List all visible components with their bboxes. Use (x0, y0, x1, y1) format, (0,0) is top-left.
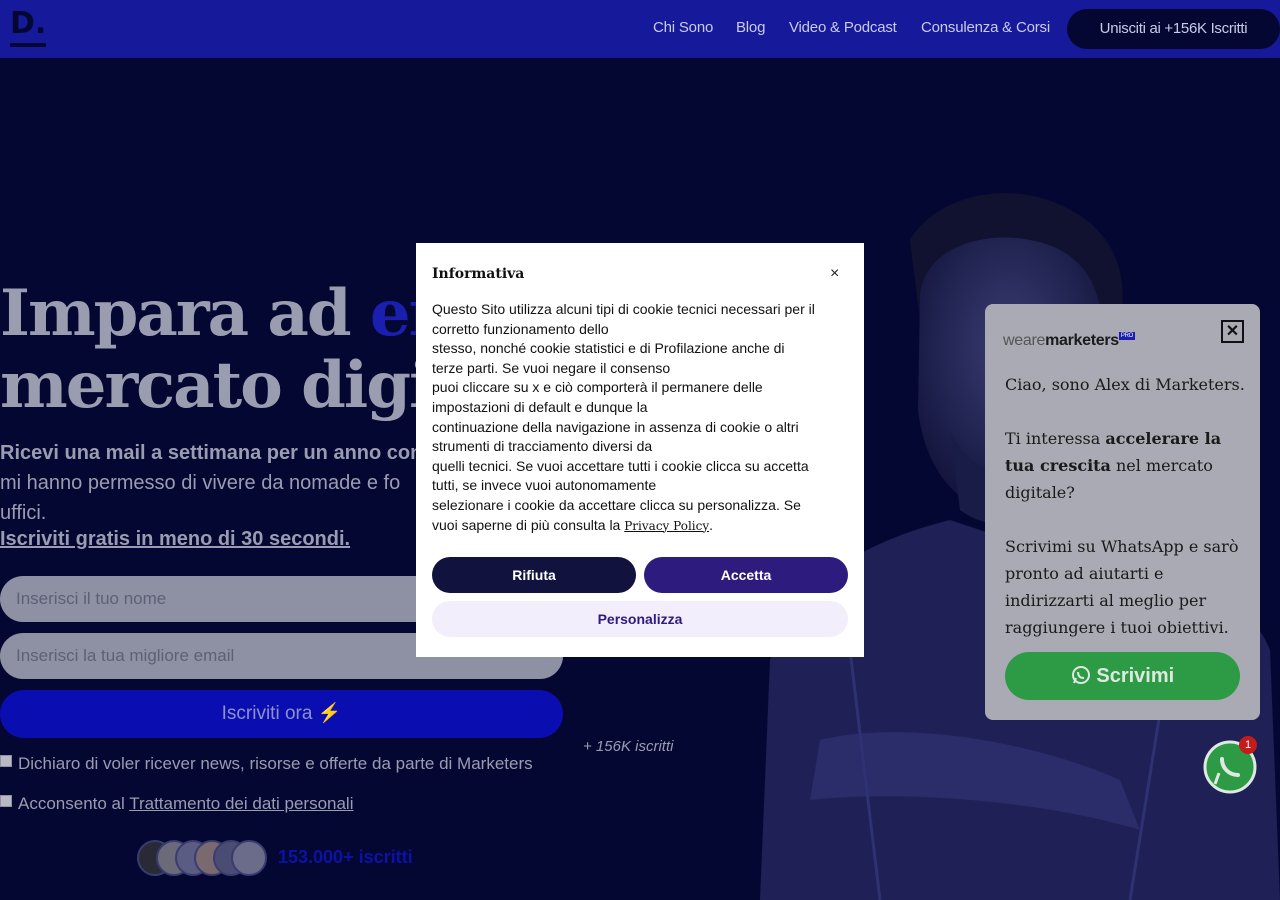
cookie-text-line: puoi cliccare su x e ciò comporterà il p… (432, 379, 763, 396)
cookie-text-line: tutti, se invece vuoi autonomamente (432, 477, 657, 494)
hero-subtitle-bold: Ricevi una mail a settimana per un anno … (0, 442, 423, 464)
chat-write-button[interactable]: Scrivimi (1005, 652, 1240, 700)
chat-brand-bold: marketers (1045, 332, 1119, 349)
consent-news-row: Dichiaro di voler ricever news, risorse … (0, 754, 533, 774)
chat-brand-badge: PRO (1118, 332, 1136, 340)
subscribers-note: + 156K iscritti (583, 738, 674, 755)
site-logo[interactable]: D. (10, 9, 46, 39)
subscribe-button[interactable]: Iscriviti ora ⚡ (0, 690, 563, 738)
cookie-text-line: stesso, nonché cookie statistici e di Pr… (432, 340, 785, 357)
consent-news-checkbox[interactable] (0, 755, 12, 767)
cookie-text-line: selezionare i cookie da accettare clicca… (432, 496, 801, 513)
cookie-text-line: strumenti di tracciamento diversi da (432, 438, 653, 455)
accept-cookies-button[interactable]: Accetta (644, 557, 848, 593)
cookie-modal-close-icon[interactable]: × (830, 265, 839, 283)
consent-data-link[interactable]: Trattamento dei dati personali (129, 794, 353, 813)
cookie-modal-text: Questo Sito utilizza alcuni tipi di cook… (432, 300, 832, 536)
subscriber-count: 153.000+ iscritti (278, 847, 413, 867)
nav-video-podcast[interactable]: Video & Podcast (789, 19, 897, 36)
chat-close-icon[interactable]: ✕ (1221, 320, 1244, 343)
cookie-consent-modal: Informativa × Questo Sito utilizza alcun… (416, 243, 864, 657)
customize-cookies-button[interactable]: Personalizza (432, 601, 848, 637)
consent-data-checkbox[interactable] (0, 795, 12, 807)
hero-headline-part-1: Impara ad (0, 276, 370, 351)
nav-blog[interactable]: Blog (736, 19, 765, 36)
cookie-text-line: corretto funzionamento dello (432, 320, 609, 337)
cookie-text-line: quelli tecnici. Se vuoi accettare tutti … (432, 457, 809, 474)
hero-subtitle-line-2: mi hanno permesso di vivere da nomade e … (0, 472, 401, 494)
cookie-text-line: terze parti. Se vuoi negare il consenso (432, 359, 671, 376)
chat-write-button-label: Scrivimi (1096, 665, 1175, 687)
hero-headline-part-2: mercato digit (0, 348, 461, 423)
nav-chi-sono[interactable]: Chi Sono (653, 19, 713, 36)
hero-subtitle-line-3: uffici. (0, 502, 47, 524)
nav-consulenza-corsi[interactable]: Consulenza & Corsi (921, 19, 1050, 36)
cookie-text-last-suffix: . (709, 516, 714, 533)
cookie-text-line: continuazione della navigazione in assen… (432, 418, 799, 435)
reject-cookies-button[interactable]: Rifiuta (432, 557, 636, 593)
hero-subtitle: Ricevi una mail a settimana per un anno … (0, 438, 470, 528)
chat-question: Ti interessa accelerare la tua crescita … (1005, 425, 1245, 506)
chat-body: Scrivimi su WhatsApp e sarò pronto ad ai… (1005, 537, 1239, 637)
cookie-text-line: impostazioni di default e dunque la (432, 398, 648, 415)
avatar (231, 840, 267, 876)
hero-headline: Impara ad em mercato digit (0, 276, 476, 423)
consent-data-row: Acconsento al Trattamento dei dati perso… (0, 794, 354, 814)
chat-brand-logo: wearemarketers PRO (1003, 332, 1136, 350)
notification-badge: 1 (1239, 736, 1257, 754)
consent-news-label: Dichiaro di voler ricever news, risorse … (18, 754, 533, 773)
logo-underline (10, 43, 46, 47)
consent-data-prefix: Acconsento al (18, 794, 130, 813)
privacy-policy-link[interactable]: Privacy Policy (624, 519, 709, 533)
chat-question-prefix: Ti interessa (1005, 429, 1106, 448)
cookie-text-last-prefix: vuoi saperne di più consulta la (432, 516, 625, 533)
chat-greeting: Ciao, sono Alex di Marketers. (1005, 375, 1245, 394)
whatsapp-chat-widget: wearemarketers PRO ✕ Ciao, sono Alex di M… (985, 304, 1260, 720)
chat-brand-light: weare (1003, 332, 1046, 349)
subscriber-avatars (137, 840, 269, 876)
signup-link[interactable]: Iscriviti gratis in meno di 30 secondi. (0, 528, 350, 551)
chat-message: Ciao, sono Alex di Marketers. Ti interes… (1005, 371, 1245, 668)
join-subscribers-button[interactable]: Unisciti ai +156K Iscritti (1067, 9, 1280, 49)
cookie-text-line: Questo Sito utilizza alcuni tipi di cook… (432, 301, 815, 317)
cookie-text-last-line: vuoi saperne di più consulta la Privacy … (432, 516, 832, 537)
whatsapp-icon (1071, 666, 1090, 684)
site-header: D. Chi Sono Blog Video & Podcast Consule… (0, 0, 1280, 58)
cookie-modal-title: Informativa (432, 266, 525, 282)
